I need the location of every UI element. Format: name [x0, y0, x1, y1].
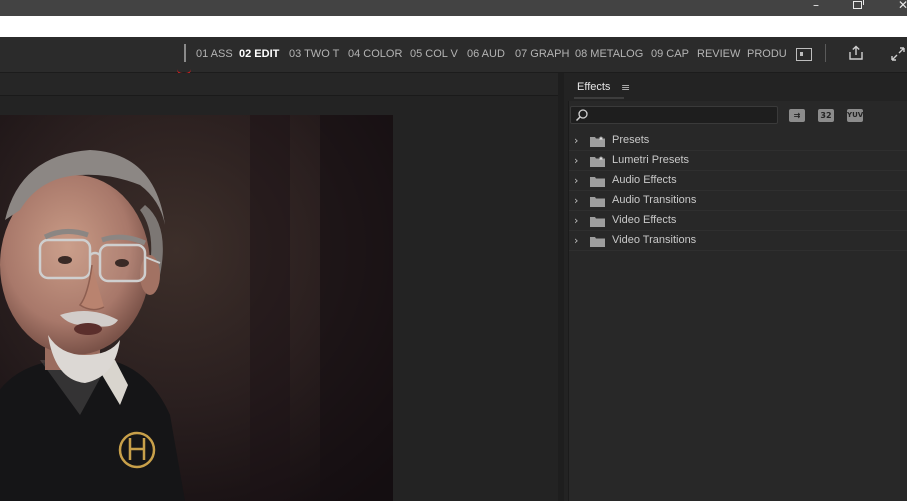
effects-tree-item-label: Lumetri Presets	[612, 154, 690, 166]
restore-icon[interactable]	[853, 1, 862, 9]
preset-folder-icon	[590, 156, 605, 167]
effects-tree-item-presets[interactable]: › Presets	[569, 131, 907, 151]
effects-panel-title[interactable]: Effects	[577, 81, 610, 93]
menu-strip	[0, 16, 907, 37]
effects-tree-item-audio-effects[interactable]: › Audio Effects	[569, 171, 907, 191]
workspace-tab[interactable]: 07 GRAPH	[515, 47, 569, 61]
effects-panel-body: ⇉ 32 YUV › Presets › Lumetri Presets › A…	[568, 101, 907, 501]
minimize-icon[interactable]: –	[806, 0, 826, 13]
chevron-right-icon[interactable]: ›	[574, 175, 584, 187]
fullscreen-icon[interactable]	[890, 46, 906, 62]
workspace-tab[interactable]: PRODU	[747, 47, 787, 61]
share-icon[interactable]	[848, 45, 864, 61]
effects-tree-item-audio-transitions[interactable]: › Audio Transitions	[569, 191, 907, 211]
effects-tree-item-video-effects[interactable]: › Video Effects	[569, 211, 907, 231]
workspace-tab[interactable]: 03 TWO T	[289, 47, 339, 61]
32bit-effects-button[interactable]: 32	[818, 109, 834, 122]
search-icon	[575, 109, 588, 122]
effects-tree: › Presets › Lumetri Presets › Audio Effe…	[569, 131, 907, 251]
chevron-right-icon[interactable]: ›	[574, 235, 584, 247]
workspace-separator	[184, 44, 186, 62]
workspace-tab[interactable]: 04 COLOR	[348, 47, 402, 61]
accelerated-effects-button[interactable]: ⇉	[789, 109, 805, 122]
workspace-tab[interactable]: 01 ASS	[196, 47, 233, 61]
effects-search-input[interactable]	[593, 107, 773, 123]
video-frame-image	[0, 115, 393, 501]
workspace-tab[interactable]: 02 EDIT	[239, 47, 279, 61]
close-icon[interactable]: ✕	[893, 0, 907, 13]
workspace-separator-right	[825, 44, 826, 62]
effects-tree-item-lumetri-presets[interactable]: › Lumetri Presets	[569, 151, 907, 171]
program-monitor	[0, 73, 558, 501]
folder-icon	[590, 217, 605, 227]
workspace-tab[interactable]: 09 CAP	[651, 47, 689, 61]
effects-tree-item-label: Video Transitions	[612, 234, 697, 246]
chevron-right-icon[interactable]: ›	[574, 135, 584, 147]
folder-icon	[590, 197, 605, 207]
window-title-bar: – ✕	[0, 0, 907, 16]
folder-icon	[590, 237, 605, 247]
active-panel-underline	[574, 97, 624, 99]
effects-tree-item-label: Audio Effects	[612, 174, 677, 186]
chevron-right-icon[interactable]: ›	[574, 195, 584, 207]
workspace-tab[interactable]: REVIEW	[697, 47, 740, 61]
effects-panel-header: Effects ≡	[564, 73, 907, 100]
panel-menu-icon[interactable]: ≡	[621, 81, 630, 94]
effects-tree-item-label: Presets	[612, 134, 650, 146]
workspace-bar: 01 ASS 02 EDIT 03 TWO T 04 COLOR 05 COL V 06 …	[0, 37, 907, 75]
folder-icon	[590, 177, 605, 187]
effects-search-field[interactable]	[570, 106, 778, 124]
workspace-tab[interactable]: 06 AUD	[467, 47, 505, 61]
workspace-tab[interactable]: 05 COL V	[410, 47, 458, 61]
workspace-tab[interactable]: 08 METALOG	[575, 47, 643, 61]
workspace-panel-icon[interactable]	[796, 48, 812, 61]
effects-tree-item-video-transitions[interactable]: › Video Transitions	[569, 231, 907, 251]
preset-folder-icon	[590, 136, 605, 147]
effects-panel: Effects ≡ ⇉ 32 YUV › Presets › Lumetri P…	[564, 73, 907, 501]
monitor-header	[0, 73, 558, 96]
yuv-effects-button[interactable]: YUV	[847, 109, 863, 122]
chevron-right-icon[interactable]: ›	[574, 215, 584, 227]
video-frame[interactable]	[0, 115, 393, 501]
effects-tree-item-label: Audio Transitions	[612, 194, 697, 206]
chevron-right-icon[interactable]: ›	[574, 155, 584, 167]
effects-tree-item-label: Video Effects	[612, 214, 677, 226]
